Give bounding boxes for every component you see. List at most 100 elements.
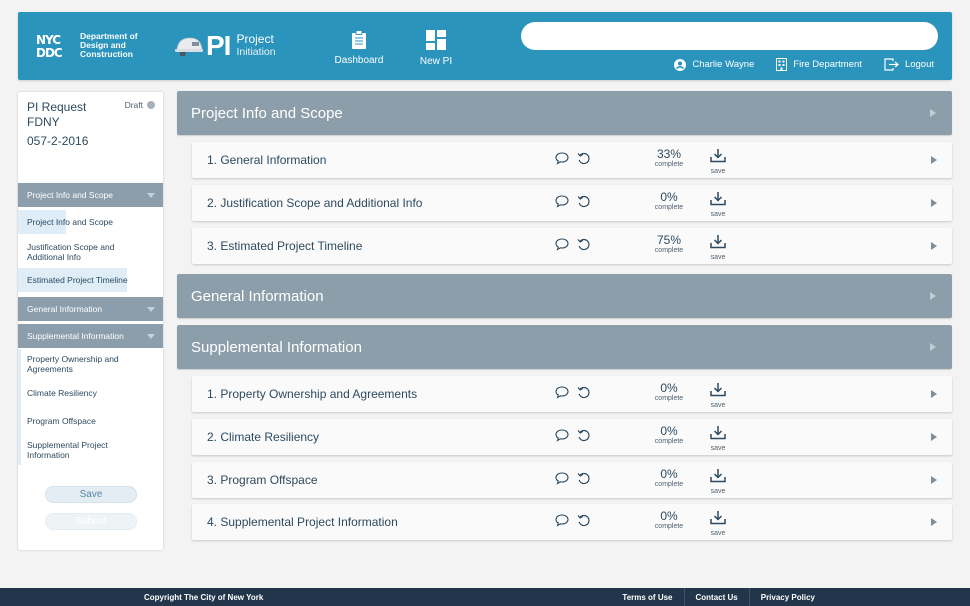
- form-section-row[interactable]: 4. Supplemental Project Information 0% c…: [192, 504, 952, 540]
- comment-icon[interactable]: [555, 472, 569, 485]
- download-icon: [710, 426, 726, 440]
- form-section-row[interactable]: 1. Property Ownership and Agreements 0% …: [192, 376, 952, 412]
- sidebar-item-label: Climate Resiliency: [27, 388, 97, 398]
- undo-icon[interactable]: [577, 429, 591, 443]
- sidebar-section-general-info[interactable]: General Information: [18, 297, 163, 321]
- row-save-button[interactable]: save: [708, 511, 728, 537]
- form-section-row[interactable]: 3. Estimated Project Timeline 75% comple…: [192, 228, 952, 264]
- sidebar-section-project-info[interactable]: Project Info and Scope: [18, 183, 163, 207]
- sidebar-item-property-ownership[interactable]: Property Ownership and Agreements: [18, 349, 163, 379]
- completion-readout: 0% complete: [640, 191, 698, 212]
- nav-new-pi[interactable]: New PI: [418, 30, 454, 67]
- chevron-right-icon: [930, 292, 936, 300]
- download-icon: [710, 469, 726, 483]
- logo-text: Department of Design and Construction: [80, 32, 138, 59]
- status-badge: Draft: [125, 100, 155, 110]
- sidebar-section-label: General Information: [27, 304, 103, 314]
- sidebar-item-project-info[interactable]: Project Info and Scope: [18, 210, 163, 234]
- agency-link[interactable]: Fire Department: [776, 58, 862, 71]
- comment-icon[interactable]: [555, 514, 569, 527]
- undo-icon[interactable]: [577, 472, 591, 486]
- sidebar-item-label: Project Info and Scope: [27, 217, 114, 227]
- user-icon: [674, 58, 687, 71]
- search-input[interactable]: [521, 22, 938, 50]
- row-save-button[interactable]: save: [708, 235, 728, 261]
- completion-label: complete: [654, 438, 684, 445]
- sidebar-item-justification[interactable]: Justification Scope and Additional Info: [18, 236, 163, 268]
- completion-percent: 0%: [660, 424, 678, 438]
- sidebar-item-timeline[interactable]: Estimated Project Timeline: [18, 268, 163, 292]
- sidebar-item-program-offspace[interactable]: Program Offspace: [18, 407, 163, 435]
- row-title: 3. Program Offspace: [207, 473, 318, 487]
- undo-icon[interactable]: [577, 514, 591, 528]
- completion-label: complete: [654, 247, 684, 254]
- logout-link[interactable]: Logout: [884, 58, 934, 71]
- comment-icon[interactable]: [555, 238, 569, 251]
- user-profile-link[interactable]: Charlie Wayne: [674, 58, 754, 71]
- undo-icon[interactable]: [577, 195, 591, 209]
- completion-percent: 0%: [660, 509, 678, 523]
- completion-label: complete: [654, 523, 684, 530]
- sidebar-item-label: Estimated Project Timeline: [27, 275, 128, 285]
- sidebar-item-supplemental-project[interactable]: Supplemental Project Information: [18, 435, 163, 465]
- pi-letters: PI: [206, 30, 231, 61]
- chevron-right-icon: [930, 109, 936, 117]
- agency-name: Fire Department: [793, 59, 862, 70]
- chevron-right-icon: [930, 343, 936, 351]
- privacy-policy-link[interactable]: Privacy Policy: [748, 588, 826, 606]
- section-supplemental[interactable]: Supplemental Information: [177, 325, 952, 369]
- sidebar-item-climate-resiliency[interactable]: Climate Resiliency: [18, 379, 163, 407]
- clipboard-icon: [352, 30, 366, 49]
- row-save-label: save: [710, 530, 726, 537]
- completion-readout: 75% complete: [640, 234, 698, 255]
- comment-icon[interactable]: [555, 386, 569, 399]
- row-title: 4. Supplemental Project Information: [207, 515, 398, 529]
- form-section-row[interactable]: 2. Climate Resiliency 0% complete save: [192, 419, 952, 455]
- nyc-ddc-logo[interactable]: NYC DDC Department of Design and Constru…: [36, 32, 138, 60]
- comment-icon[interactable]: [555, 195, 569, 208]
- comment-icon[interactable]: [555, 429, 569, 442]
- row-save-button[interactable]: save: [708, 426, 728, 452]
- form-section-row[interactable]: 1. General Information 33% complete save: [192, 142, 952, 178]
- svg-text:NYC: NYC: [36, 33, 61, 47]
- undo-icon[interactable]: [577, 238, 591, 252]
- comment-icon[interactable]: [555, 152, 569, 165]
- row-save-button[interactable]: save: [708, 383, 728, 409]
- completion-readout: 0% complete: [640, 382, 698, 403]
- chevron-down-icon: [147, 306, 155, 312]
- sidebar-section-supplemental[interactable]: Supplemental Information: [18, 324, 163, 348]
- sidebar-section-label: Project Info and Scope: [27, 190, 114, 200]
- request-id: 057-2-2016: [27, 134, 89, 148]
- pi-brand[interactable]: PI Project Initiation: [174, 32, 276, 60]
- completion-label: complete: [654, 395, 684, 402]
- completion-percent: 0%: [660, 381, 678, 395]
- row-save-button[interactable]: save: [708, 469, 728, 495]
- section-project-info[interactable]: Project Info and Scope: [177, 91, 952, 135]
- chevron-right-icon: [931, 242, 937, 250]
- row-save-button[interactable]: save: [708, 192, 728, 218]
- row-save-label: save: [710, 211, 726, 218]
- completion-percent: 0%: [660, 467, 678, 481]
- row-save-button[interactable]: save: [708, 149, 728, 175]
- row-save-label: save: [710, 445, 726, 452]
- completion-label: complete: [654, 481, 684, 488]
- sidebar: PI Request FDNY 057-2-2016 Draft Project…: [18, 92, 163, 550]
- save-button[interactable]: Save: [45, 486, 137, 503]
- nav-dashboard[interactable]: Dashboard: [334, 30, 384, 66]
- undo-icon[interactable]: [577, 152, 591, 166]
- form-section-row[interactable]: 2. Justification Scope and Additional In…: [192, 185, 952, 221]
- row-title: 3. Estimated Project Timeline: [207, 239, 363, 253]
- app-header: NYC DDC Department of Design and Constru…: [18, 12, 952, 80]
- chevron-down-icon: [147, 192, 155, 198]
- terms-of-use-link[interactable]: Terms of Use: [611, 588, 683, 606]
- logout-icon: [884, 58, 899, 71]
- row-title: 1. General Information: [207, 153, 327, 167]
- completion-readout: 33% complete: [640, 148, 698, 169]
- form-section-row[interactable]: 3. Program Offspace 0% complete save: [192, 462, 952, 498]
- copyright-text: Copyright The City of New York: [144, 593, 264, 602]
- undo-icon[interactable]: [577, 386, 591, 400]
- sidebar-item-label: Justification Scope and Additional Info: [27, 242, 115, 262]
- submit-button[interactable]: Submit: [45, 513, 137, 530]
- contact-us-link[interactable]: Contact Us: [683, 588, 749, 606]
- section-general-info[interactable]: General Information: [177, 274, 952, 318]
